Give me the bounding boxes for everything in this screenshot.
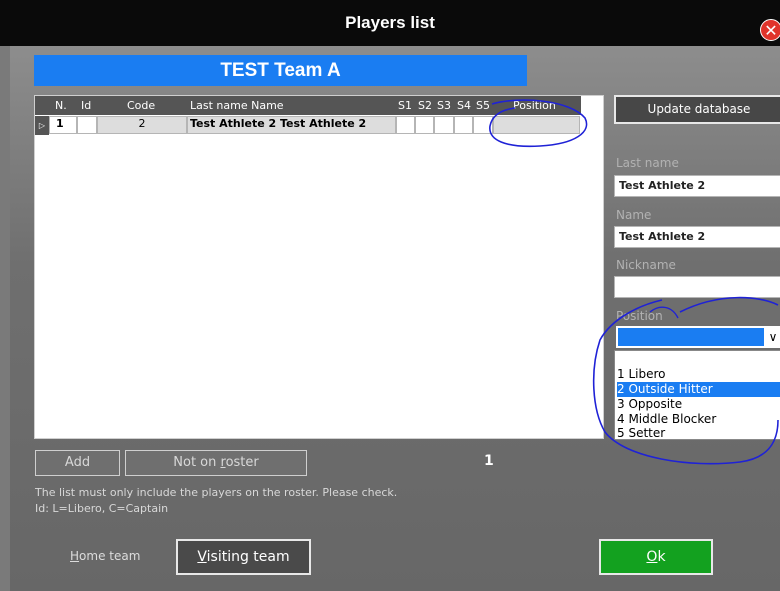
last-name-field[interactable]: Test Athlete 2 [614, 175, 780, 197]
name-label: Name [616, 208, 652, 222]
col-header-s1[interactable]: S1 [398, 96, 412, 115]
not-on-roster-label-a: Not on [173, 455, 221, 470]
option-libero[interactable]: 1 Libero [617, 367, 780, 382]
name-field[interactable]: Test Athlete 2 [614, 226, 780, 248]
not-on-roster-button[interactable]: Not on roster [125, 450, 307, 476]
col-header-name[interactable]: Last name Name [190, 96, 284, 115]
cell-s2[interactable] [415, 116, 434, 134]
visiting-team-label-c: isiting team [206, 549, 290, 565]
grid-header: N. Id Code Last name Name S1 S2 S3 S4 S5… [35, 96, 581, 115]
ok-label-b: O [646, 549, 658, 565]
players-grid[interactable]: N. Id Code Last name Name S1 S2 S3 S4 S5… [34, 95, 604, 439]
update-database-button[interactable]: Update database [614, 95, 780, 124]
ok-button[interactable]: Ok [599, 539, 713, 575]
add-button[interactable]: Add [35, 450, 120, 476]
col-header-position[interactable]: Position [513, 96, 556, 115]
title-bar: Players list ✕ [0, 0, 780, 46]
cell-s4[interactable] [454, 116, 473, 134]
col-header-s3[interactable]: S3 [437, 96, 451, 115]
option-middle-blocker[interactable]: 4 Middle Blocker [617, 412, 780, 427]
position-select[interactable]: ∨ [616, 326, 780, 348]
roster-note: The list must only include the players o… [35, 486, 398, 499]
col-header-code[interactable]: Code [127, 96, 155, 115]
col-header-s4[interactable]: S4 [457, 96, 471, 115]
option-outside-hitter[interactable]: 2 Outside Hitter [617, 382, 780, 397]
cell-s5[interactable] [473, 116, 493, 134]
cell-name[interactable]: Test Athlete 2 Test Athlete 2 [187, 116, 396, 134]
cell-n[interactable]: 1 [49, 116, 77, 134]
table-row[interactable]: 1 2 Test Athlete 2 Test Athlete 2 [35, 116, 595, 135]
option-opposite[interactable]: 3 Opposite [617, 397, 780, 412]
ok-label-c: k [657, 549, 666, 565]
option-setter[interactable]: 5 Setter [617, 426, 780, 441]
home-team-label-b: H [70, 549, 80, 563]
not-on-roster-label-c: oster [225, 455, 259, 470]
cell-s3[interactable] [434, 116, 454, 134]
home-team-label-c: ome team [79, 549, 141, 563]
position-dropdown-list[interactable]: 1 Libero 2 Outside Hitter 3 Opposite 4 M… [614, 350, 780, 440]
header-filler [581, 96, 603, 115]
window-title: Players list [345, 13, 435, 32]
visiting-team-label-b: V [197, 549, 207, 565]
position-label: Position [616, 309, 663, 323]
cell-s1[interactable] [396, 116, 415, 134]
cell-position[interactable] [493, 116, 580, 134]
cell-code[interactable]: 2 [97, 116, 187, 134]
col-header-id[interactable]: Id [81, 96, 91, 115]
close-icon[interactable]: ✕ [760, 19, 780, 41]
nickname-field[interactable] [614, 276, 780, 298]
cell-id[interactable] [77, 116, 97, 134]
player-count: 1 [484, 453, 494, 469]
team-header: TEST Team A [34, 55, 527, 86]
last-name-label: Last name [616, 156, 679, 170]
col-header-n[interactable]: N. [55, 96, 67, 115]
chevron-down-icon[interactable]: ∨ [764, 328, 780, 346]
id-legend: Id: L=Libero, C=Captain [35, 502, 169, 515]
col-header-s5[interactable]: S5 [476, 96, 490, 115]
col-header-s2[interactable]: S2 [418, 96, 432, 115]
visiting-team-button[interactable]: Visiting team [176, 539, 311, 575]
nickname-label: Nickname [616, 258, 676, 272]
home-team-button[interactable]: Home team [70, 549, 140, 563]
